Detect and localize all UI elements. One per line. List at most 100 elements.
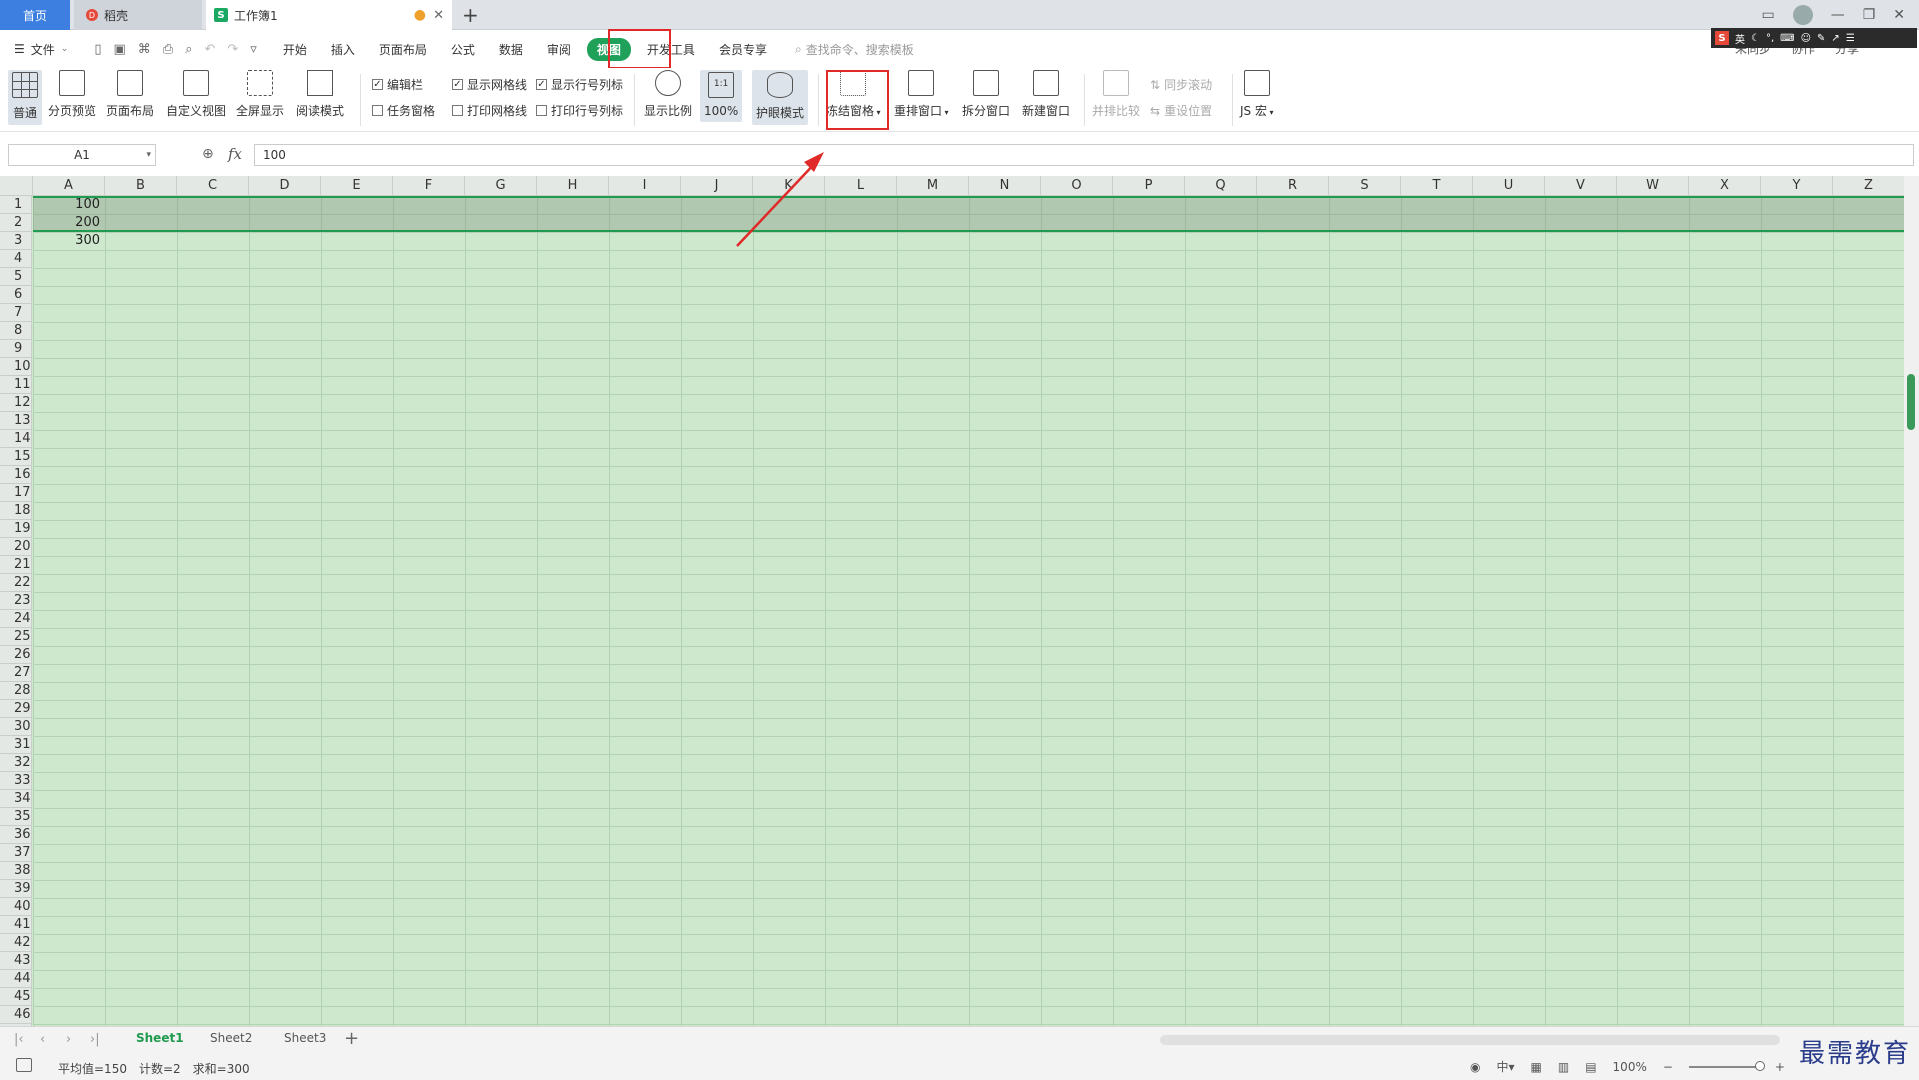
row-header-43[interactable]: 43 bbox=[0, 952, 32, 970]
print-icon[interactable]: ⎙ bbox=[163, 42, 173, 57]
page-break-status-icon[interactable]: ▤ bbox=[1585, 1060, 1596, 1074]
menu-review[interactable]: 审阅 bbox=[535, 30, 583, 68]
row-header-28[interactable]: 28 bbox=[0, 682, 32, 700]
row-header-39[interactable]: 39 bbox=[0, 880, 32, 898]
row-header-4[interactable]: 4 bbox=[0, 250, 32, 268]
cell-a3[interactable]: 300 bbox=[33, 232, 103, 250]
task-pane-checkbox[interactable]: 任务窗格 bbox=[372, 102, 435, 119]
fx-icon[interactable]: fx bbox=[228, 145, 242, 163]
zoom-out-icon[interactable]: − bbox=[1663, 1060, 1673, 1074]
chevron-down-icon[interactable]: ▾ bbox=[146, 145, 151, 165]
zoom-level[interactable]: 100% bbox=[1613, 1060, 1647, 1074]
column-header-z[interactable]: Z bbox=[1833, 176, 1904, 196]
row-header-41[interactable]: 41 bbox=[0, 916, 32, 934]
zoom-in-status-icon[interactable]: + bbox=[1775, 1060, 1785, 1074]
formula-input[interactable]: 100 bbox=[254, 144, 1914, 166]
column-header-f[interactable]: F bbox=[393, 176, 465, 196]
ime-user-icon[interactable]: ☺ bbox=[1801, 33, 1811, 44]
zoom-100-button[interactable]: 1:1 100% bbox=[700, 70, 743, 122]
row-header-10[interactable]: 10 bbox=[0, 358, 32, 376]
arrange-windows-button[interactable]: 重排窗口 ▾ bbox=[894, 70, 949, 119]
avatar[interactable] bbox=[1792, 5, 1813, 25]
tab-daoke[interactable]: D 稻壳 bbox=[74, 0, 202, 30]
redo-icon[interactable]: ↷ bbox=[227, 42, 238, 57]
page-layout-button[interactable]: 页面布局 bbox=[106, 70, 154, 119]
ime-keyboard-icon[interactable]: ⌨ bbox=[1780, 33, 1794, 44]
ime-moon-icon[interactable]: ☾ bbox=[1751, 33, 1760, 44]
vertical-scrollbar[interactable] bbox=[1904, 176, 1919, 1026]
ime-settings-icon[interactable]: ✎ bbox=[1817, 33, 1825, 44]
row-header-23[interactable]: 23 bbox=[0, 592, 32, 610]
horizontal-scrollbar[interactable] bbox=[1160, 1035, 1780, 1045]
minimize-icon[interactable]: — bbox=[1831, 7, 1845, 23]
close-tab-icon[interactable]: ✕ bbox=[433, 8, 444, 23]
row-header-14[interactable]: 14 bbox=[0, 430, 32, 448]
freeze-panes-button[interactable]: 冻结窗格 ▾ bbox=[826, 70, 881, 119]
eye-mode-status-icon[interactable]: ◉ bbox=[1470, 1060, 1480, 1074]
page-count-icon[interactable]: ▭ bbox=[1761, 7, 1774, 23]
row-header-40[interactable]: 40 bbox=[0, 898, 32, 916]
page-break-preview-button[interactable]: 分页预览 bbox=[48, 70, 96, 119]
column-header-k[interactable]: K bbox=[753, 176, 825, 196]
menu-start[interactable]: 开始 bbox=[271, 30, 319, 68]
full-screen-button[interactable]: 全屏显示 bbox=[236, 70, 284, 119]
format-painter-icon[interactable]: ⌘ bbox=[138, 42, 151, 57]
menu-developer[interactable]: 开发工具 bbox=[635, 30, 707, 68]
new-window-button[interactable]: 新建窗口 bbox=[1022, 70, 1070, 119]
column-header-i[interactable]: I bbox=[609, 176, 681, 196]
zoom-in-icon[interactable]: ⊕ bbox=[202, 146, 214, 162]
row-header-5[interactable]: 5 bbox=[0, 268, 32, 286]
column-header-u[interactable]: U bbox=[1473, 176, 1545, 196]
first-sheet-icon[interactable]: |‹ bbox=[14, 1032, 24, 1047]
row-header-30[interactable]: 30 bbox=[0, 718, 32, 736]
menu-insert[interactable]: 插入 bbox=[319, 30, 367, 68]
customize-qa-icon[interactable]: ▿ bbox=[250, 42, 257, 57]
side-by-side-button[interactable]: 并排比较 bbox=[1092, 70, 1140, 119]
row-header-22[interactable]: 22 bbox=[0, 574, 32, 592]
page-layout-status-icon[interactable]: ▥ bbox=[1558, 1060, 1569, 1074]
menu-formula[interactable]: 公式 bbox=[439, 30, 487, 68]
close-window-icon[interactable]: ✕ bbox=[1893, 7, 1905, 23]
new-tab-button[interactable]: + bbox=[462, 3, 479, 27]
row-header-9[interactable]: 9 bbox=[0, 340, 32, 358]
sheet-tab-sheet3[interactable]: Sheet3 bbox=[284, 1031, 326, 1045]
row-header-6[interactable]: 6 bbox=[0, 286, 32, 304]
print-row-col-headers-checkbox[interactable]: 打印行号列标 bbox=[536, 102, 623, 119]
custom-view-button[interactable]: 自定义视图 bbox=[166, 70, 226, 119]
row-header-16[interactable]: 16 bbox=[0, 466, 32, 484]
row-header-18[interactable]: 18 bbox=[0, 502, 32, 520]
edit-bar-checkbox[interactable]: ✓ 编辑栏 bbox=[372, 76, 423, 93]
print-preview-icon[interactable]: ⌕ bbox=[185, 42, 192, 57]
normal-view-status-icon[interactable]: ▦ bbox=[1531, 1060, 1542, 1074]
print-gridlines-checkbox[interactable]: 打印网格线 bbox=[452, 102, 527, 119]
ime-menu-icon[interactable]: ☰ bbox=[1846, 33, 1855, 44]
macro-record-icon[interactable] bbox=[16, 1058, 32, 1072]
column-header-l[interactable]: L bbox=[825, 176, 897, 196]
row-header-12[interactable]: 12 bbox=[0, 394, 32, 412]
tab-workbook[interactable]: S 工作簿1 ● ✕ bbox=[206, 0, 452, 30]
zoom-slider-knob[interactable] bbox=[1754, 1060, 1765, 1071]
zoom-slider[interactable] bbox=[1688, 1060, 1765, 1071]
column-header-m[interactable]: M bbox=[897, 176, 969, 196]
ime-logo-icon[interactable]: S bbox=[1715, 31, 1729, 45]
cell-a1[interactable]: 100 bbox=[33, 196, 103, 214]
menu-data[interactable]: 数据 bbox=[487, 30, 535, 68]
restore-icon[interactable]: ❐ bbox=[1863, 7, 1876, 23]
row-header-19[interactable]: 19 bbox=[0, 520, 32, 538]
row-header-17[interactable]: 17 bbox=[0, 484, 32, 502]
row-header-35[interactable]: 35 bbox=[0, 808, 32, 826]
row-header-26[interactable]: 26 bbox=[0, 646, 32, 664]
split-window-button[interactable]: 拆分窗口 bbox=[962, 70, 1010, 119]
reading-mode-button[interactable]: 阅读模式 bbox=[296, 70, 344, 119]
row-header-45[interactable]: 45 bbox=[0, 988, 32, 1006]
row-header-20[interactable]: 20 bbox=[0, 538, 32, 556]
name-box[interactable]: A1 ▾ bbox=[8, 144, 156, 166]
row-header-2[interactable]: 2 bbox=[0, 214, 32, 232]
column-header-a[interactable]: A bbox=[33, 176, 105, 196]
column-header-p[interactable]: P bbox=[1113, 176, 1185, 196]
column-header-e[interactable]: E bbox=[321, 176, 393, 196]
cell-area[interactable] bbox=[33, 196, 1904, 1026]
zoom-button[interactable]: 显示比例 bbox=[644, 70, 692, 119]
column-header-d[interactable]: D bbox=[249, 176, 321, 196]
row-header-11[interactable]: 11 bbox=[0, 376, 32, 394]
